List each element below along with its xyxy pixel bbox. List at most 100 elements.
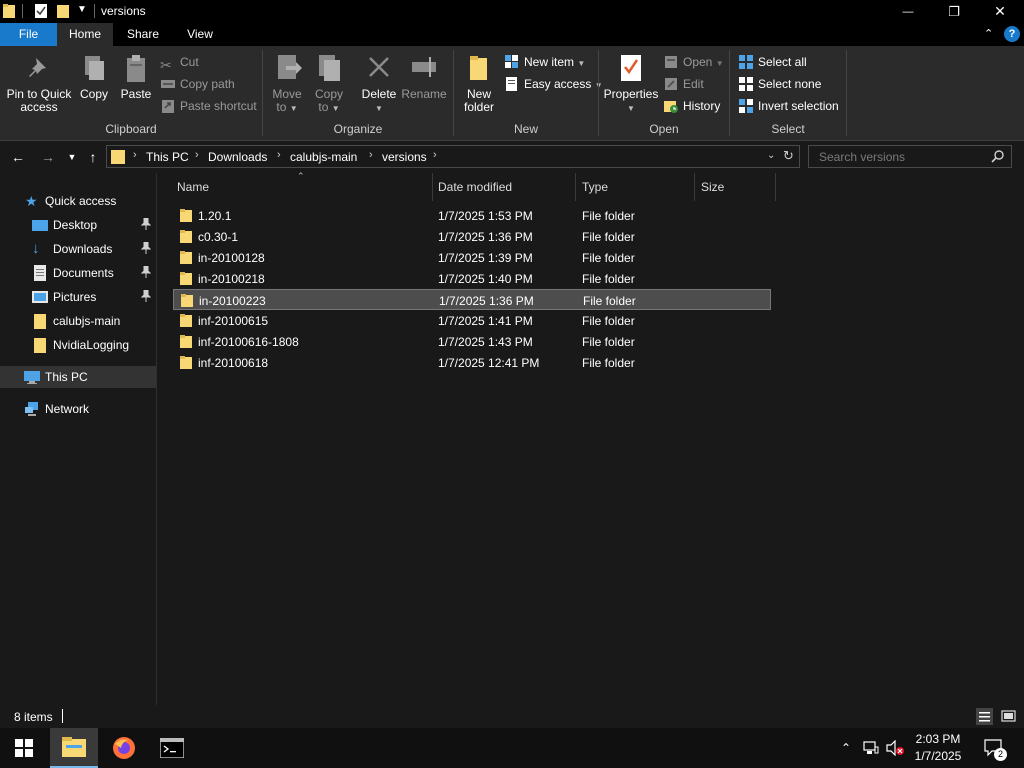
column-header-type[interactable]: Type (576, 173, 695, 201)
column-header-name[interactable]: Name (171, 173, 433, 201)
paste-button[interactable]: Paste (116, 52, 156, 101)
nav-item-desktop[interactable]: Desktop (0, 214, 156, 236)
nav-item-calubjs-main[interactable]: calubjs-main (0, 310, 156, 332)
taskbar-clock[interactable]: 2:03 PM 1/7/2025 (908, 731, 968, 765)
collapse-ribbon-chevron-icon[interactable]: ⌃ (984, 27, 993, 40)
file-name: inf-20100615 (198, 314, 269, 328)
details-view-icon[interactable] (976, 708, 993, 725)
folder-icon (180, 356, 192, 369)
show-hidden-icons-chevron-icon[interactable]: ⌃ (836, 728, 856, 768)
open-button[interactable]: Open ▼ (663, 52, 724, 72)
help-icon[interactable]: ? (1004, 26, 1020, 42)
network-tray-icon[interactable] (860, 728, 882, 768)
column-header-size[interactable]: Size (695, 173, 776, 201)
start-button[interactable] (0, 728, 48, 768)
refresh-icon[interactable]: ↻ (783, 148, 794, 164)
new-item-button[interactable]: New item ▼ (504, 52, 585, 72)
volume-tray-icon[interactable] (884, 728, 906, 768)
delete-button[interactable]: Delete ▼ (359, 52, 399, 115)
tab-share[interactable]: Share (113, 23, 173, 46)
recent-locations-button[interactable]: ▼ (62, 147, 82, 167)
file-row[interactable]: inf-20100616-1808 1/7/2025 1:43 PM File fo… (173, 331, 771, 352)
cut-button[interactable]: ✂ Cut (160, 52, 199, 73)
restore-button[interactable]: ❐ (931, 0, 977, 23)
move-to-label-line2: to (276, 100, 287, 114)
select-all-button[interactable]: Select all (738, 52, 807, 72)
column-header-date-modified[interactable]: Date modified (432, 173, 576, 201)
nav-label: Desktop (53, 218, 98, 232)
file-row[interactable]: 1.20.1 1/7/2025 1:53 PM File folder (173, 205, 771, 226)
paste-shortcut-button[interactable]: Paste shortcut (160, 96, 257, 116)
breadcrumb-versions[interactable]: versions (382, 150, 427, 164)
copy-to-label-line1: Copy (314, 87, 343, 101)
action-center-button[interactable]: 2 (980, 728, 1008, 768)
properties-icon (621, 55, 641, 81)
address-dropdown-chevron-icon[interactable]: ⌄ (767, 150, 775, 161)
copy-button[interactable]: Copy (76, 52, 112, 101)
pin-to-quick-access-button[interactable]: Pin to Quick access (4, 52, 74, 114)
file-date-modified: 1/7/2025 1:36 PM (438, 230, 533, 244)
select-all-icon (739, 55, 753, 69)
status-divider (62, 709, 63, 723)
file-name: 1.20.1 (198, 209, 232, 223)
select-group: Select all Select none Invert selection … (730, 46, 846, 141)
delete-x-icon (369, 57, 389, 77)
new-folder-button[interactable]: New folder (458, 52, 500, 114)
tab-home[interactable]: Home (57, 23, 113, 46)
taskbar-file-explorer[interactable] (50, 728, 98, 768)
star-icon: ★ (25, 193, 38, 209)
file-name: in-20100128 (198, 251, 265, 265)
invert-selection-button[interactable]: Invert selection (738, 96, 839, 116)
tab-file[interactable]: File (0, 23, 57, 46)
pin-label-line2: access (20, 100, 58, 114)
file-date-modified: 1/7/2025 1:40 PM (438, 272, 533, 286)
customize-toolbar-chevron-icon[interactable]: ▼ (77, 4, 87, 15)
folder-icon (3, 4, 15, 18)
folder-icon (180, 230, 192, 243)
search-icon[interactable] (991, 150, 1004, 163)
nav-item-pictures[interactable]: Pictures (0, 286, 156, 308)
nav-item-nvidialogging[interactable]: NvidiaLogging (0, 334, 156, 356)
nav-item-documents[interactable]: Documents (0, 262, 156, 284)
breadcrumb-calubjs-main[interactable]: calubjs-main (290, 150, 357, 164)
forward-button[interactable]: → (38, 147, 58, 167)
move-to-label-line1: Move (272, 87, 302, 101)
close-button[interactable]: ✕ (977, 0, 1023, 23)
nav-item-this-pc[interactable]: This PC (0, 366, 156, 388)
edit-button[interactable]: Edit (663, 74, 704, 94)
rename-button[interactable]: Rename (401, 52, 447, 101)
minimize-button[interactable]: — (885, 0, 931, 23)
taskbar-terminal[interactable] (148, 728, 196, 768)
copy-path-button[interactable]: Copy path (160, 74, 235, 94)
file-row[interactable]: inf-20100615 1/7/2025 1:41 PM File folder (173, 310, 771, 331)
large-icons-view-icon[interactable] (1000, 708, 1017, 725)
file-row[interactable]: in-20100128 1/7/2025 1:39 PM File folder (173, 247, 771, 268)
back-button[interactable]: ← (8, 147, 28, 167)
copy-to-button[interactable]: Copy to ▼ (309, 52, 349, 115)
taskbar-firefox[interactable] (100, 728, 148, 768)
breadcrumb-downloads[interactable]: Downloads (208, 150, 267, 164)
file-type: File folder (582, 335, 635, 349)
file-row[interactable]: c0.30-1 1/7/2025 1:36 PM File folder (173, 226, 771, 247)
properties-check-icon[interactable] (35, 4, 47, 18)
file-row[interactable]: in-20100223 1/7/2025 1:36 PM File folder (173, 289, 771, 310)
new-folder-icon[interactable] (57, 4, 69, 18)
nav-item-network[interactable]: Network (0, 398, 156, 420)
nav-item-quick-access[interactable]: ★ Quick access (0, 190, 156, 212)
search-input[interactable] (809, 146, 987, 167)
properties-label: Properties (603, 87, 659, 101)
file-row[interactable]: in-20100218 1/7/2025 1:40 PM File folder (173, 268, 771, 289)
select-none-icon (739, 77, 753, 91)
select-none-button[interactable]: Select none (738, 74, 821, 94)
easy-access-button[interactable]: Easy access ▼ (504, 74, 603, 94)
up-button[interactable]: ↑ (83, 147, 103, 167)
file-row[interactable]: inf-20100618 1/7/2025 12:41 PM File folder (173, 352, 771, 373)
nav-item-downloads[interactable]: ↓ Downloads (0, 238, 156, 260)
breadcrumb-this-pc[interactable]: This PC (146, 150, 189, 164)
address-bar[interactable]: › This PC › Downloads › calubjs-main › v… (106, 145, 800, 168)
pin-icon (141, 218, 151, 230)
history-button[interactable]: History (663, 96, 720, 116)
move-to-button[interactable]: Move to ▼ (267, 52, 307, 115)
tab-view[interactable]: View (173, 23, 227, 46)
properties-button[interactable]: Properties ▼ (603, 52, 659, 115)
